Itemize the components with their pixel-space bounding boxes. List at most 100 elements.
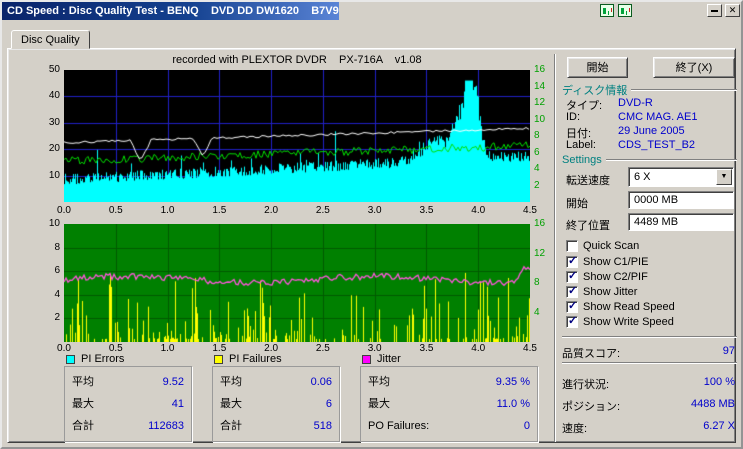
axis-tick: 40 — [48, 90, 60, 102]
total-label: 合計 — [220, 420, 242, 432]
jitter-stats: 平均 9.35 % 最大 11.0 % PO Failures: 0 — [360, 366, 538, 442]
max-value: 11.0 % — [496, 398, 530, 410]
checkbox-label: Show Read Speed — [583, 300, 675, 313]
speed-select[interactable]: 6 X ▼ — [628, 167, 734, 187]
avg-value: 9.35 % — [495, 376, 530, 388]
pi-errors-swatch — [66, 355, 75, 364]
speed-select-label: 転送速度 — [566, 175, 610, 187]
axis-tick: 3.5 — [419, 205, 434, 216]
axis-tick: 2 — [54, 312, 60, 324]
checkbox-show-read-speed[interactable]: ✓ Show Read Speed — [566, 300, 675, 313]
pi-failures-swatch — [214, 355, 223, 364]
checkbox-box[interactable] — [566, 239, 578, 252]
avg-value: 0.06 — [310, 376, 332, 388]
check-icon: ✓ — [568, 269, 578, 282]
quality-score-row: 品質スコア: 97 — [562, 345, 735, 361]
avg-label: 平均 — [220, 376, 242, 388]
jitter-swatch — [362, 355, 371, 364]
exit-button[interactable]: 終了(X) — [653, 57, 735, 78]
max-value: 41 — [171, 398, 184, 410]
check-icon: ✓ — [568, 284, 578, 297]
avg-label: 平均 — [368, 376, 390, 388]
disc-date-value: 29 June 2005 — [618, 125, 685, 137]
chevron-down-icon[interactable]: ▼ — [716, 169, 732, 185]
disc-label-label: Label: — [566, 139, 596, 151]
checkbox-label: Show C2/PIF — [583, 270, 648, 283]
axis-tick: 2.5 — [315, 205, 330, 216]
quality-score-value: 97 — [722, 345, 735, 357]
max-label: 最大 — [220, 398, 242, 410]
settings-header-label: Settings — [562, 154, 602, 166]
avg-label: 平均 — [72, 376, 94, 388]
progress-value: 100 % — [703, 376, 735, 388]
jitter-title: Jitter — [377, 353, 401, 365]
axis-tick: 6 — [54, 265, 60, 277]
max-label: 最大 — [368, 398, 390, 410]
end-position-label: 終了位置 — [566, 220, 610, 232]
axis-tick: 20 — [48, 143, 60, 155]
pi-failures-stats: 平均 0.06 最大 6 合計 518 — [212, 366, 340, 442]
axis-tick: 4.5 — [523, 205, 537, 216]
max-value: 6 — [325, 398, 332, 410]
checkbox-show-jitter[interactable]: ✓ Show Jitter — [566, 285, 637, 298]
speed-value: 6.27 X — [703, 420, 735, 432]
axis-tick: 10 — [48, 218, 60, 229]
axis-tick: 1.5 — [212, 205, 227, 216]
axis-tick: 4 — [54, 288, 60, 300]
max-label: 最大 — [72, 398, 94, 410]
total-value: 518 — [313, 420, 332, 432]
separator — [562, 336, 737, 338]
axis-tick: 30 — [48, 116, 60, 128]
checkbox-box[interactable]: ✓ — [566, 315, 578, 328]
disc-label-value: CDS_TEST_B2 — [618, 139, 696, 151]
start-button[interactable]: 開始 — [567, 57, 628, 78]
axis-tick: 50 — [48, 64, 60, 75]
pi-errors-stats: 平均 9.52 最大 41 合計 112683 — [64, 366, 192, 442]
start-position-label: 開始 — [566, 198, 588, 210]
axis-tick: 0.5 — [108, 205, 123, 216]
quality-score-label: 品質スコア: — [562, 348, 621, 360]
speed-row: 速度: 6.27 X — [562, 420, 735, 436]
checkbox-label: Show C1/PIE — [583, 255, 649, 268]
avg-value: 9.52 — [162, 376, 184, 388]
axis-tick: 1.0 — [160, 205, 175, 216]
pi-errors-title: PI Errors — [81, 353, 125, 365]
checkbox-quick-scan[interactable]: Quick Scan — [566, 239, 639, 252]
checkbox-label: Quick Scan — [583, 239, 640, 252]
header-rule — [631, 89, 737, 91]
checkbox-show-write-speed[interactable]: ✓ Show Write Speed — [566, 315, 674, 328]
position-label: ポジション: — [562, 401, 621, 413]
axis-tick: 3.5 — [419, 343, 434, 354]
settings-header: Settings — [562, 154, 737, 166]
tab-label: Disc Quality — [21, 34, 80, 46]
start-position-field[interactable] — [628, 191, 734, 209]
checkbox-box[interactable]: ✓ — [566, 255, 578, 268]
checkbox-show-c1-pie[interactable]: ✓ Show C1/PIE — [566, 255, 648, 268]
disc-info-header-label: ディスク情報 — [562, 85, 628, 97]
checkbox-label: Show Jitter — [583, 285, 638, 298]
checkbox-box[interactable]: ✓ — [566, 284, 578, 298]
axis-tick: 0.0 — [57, 205, 71, 216]
checkbox-show-c2-pif[interactable]: ✓ Show C2/PIF — [566, 270, 648, 283]
end-position-field[interactable] — [628, 213, 734, 231]
tab-disc-quality[interactable]: Disc Quality — [11, 30, 90, 49]
disc-id-value: CMC MAG. AE1 — [618, 111, 698, 123]
checkbox-box[interactable]: ✓ — [566, 269, 578, 283]
axis-tick: 4.5 — [523, 343, 537, 354]
axis-tick: 4.0 — [471, 205, 486, 216]
axis-tick: 0.0 — [57, 343, 71, 354]
total-label: 合計 — [72, 420, 94, 432]
disc-id-label: ID: — [566, 111, 581, 123]
check-icon: ✓ — [568, 299, 578, 312]
axis-tick: 8 — [54, 241, 60, 253]
axis-tick: 1.0 — [160, 343, 175, 354]
position-row: ポジション: 4488 MB — [562, 398, 735, 414]
disc-info-header: ディスク情報 — [562, 82, 737, 98]
progress-row: 進行状況: 100 % — [562, 376, 735, 392]
app-window: CD Speed : Disc Quality Test - BENQ DVD … — [0, 0, 743, 449]
speed-label: 速度: — [562, 423, 588, 435]
total-value: 112683 — [148, 420, 184, 432]
position-value: 4488 MB — [690, 398, 735, 410]
po-failures-value: 0 — [523, 420, 530, 432]
checkbox-box[interactable]: ✓ — [566, 299, 578, 313]
